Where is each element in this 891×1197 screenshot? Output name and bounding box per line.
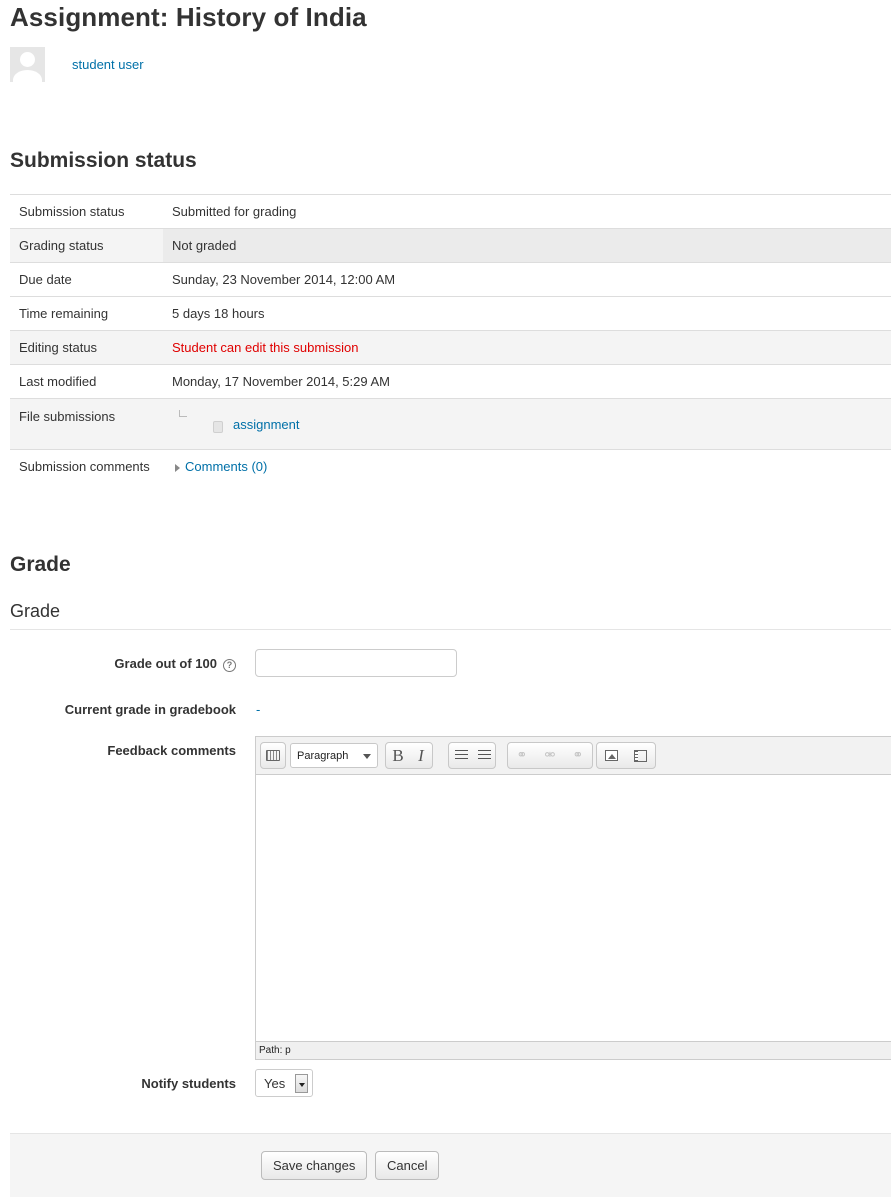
submission-status-heading: Submission status <box>10 149 197 172</box>
grade-field-label: Grade out of 100? <box>40 656 236 672</box>
row-label: Last modified <box>10 364 163 399</box>
page-title: Assignment: History of India <box>10 2 367 32</box>
table-row: Last modified Monday, 17 November 2014, … <box>10 364 891 399</box>
toolbar-toggle-group <box>260 742 286 769</box>
expand-triangle-icon[interactable] <box>175 463 180 472</box>
current-grade-value: - <box>256 702 261 717</box>
avatar-body-shape <box>13 70 42 82</box>
table-row: File submissions assignment <box>10 398 891 450</box>
notify-students-select[interactable]: Yes <box>255 1069 313 1097</box>
row-label: Submission status <box>10 194 163 229</box>
row-value: Not graded <box>163 228 891 263</box>
notify-select-value: Yes <box>264 1076 286 1091</box>
cancel-button[interactable]: Cancel <box>375 1151 440 1180</box>
row-label: Time remaining <box>10 296 163 331</box>
row-label: Editing status <box>10 330 163 365</box>
comments-cell: Comments (0) <box>163 449 891 484</box>
legend-divider <box>10 629 891 630</box>
bullet-list-icon <box>454 750 468 761</box>
feedback-editor: Paragraph B I ⚭ ⚮ ⚭ Path: p <box>255 736 891 1060</box>
file-submissions-cell: assignment <box>163 398 891 450</box>
editor-path-bar: Path: p <box>256 1041 891 1059</box>
file-link[interactable]: assignment <box>233 417 299 432</box>
table-row: Submission status Submitted for grading <box>10 194 891 229</box>
row-value: Sunday, 23 November 2014, 12:00 AM <box>163 262 891 297</box>
table-row: Due date Sunday, 23 November 2014, 12:00… <box>10 262 891 297</box>
editor-toolbar: Paragraph B I ⚭ ⚮ ⚭ <box>256 737 891 775</box>
numbered-list-icon <box>477 750 491 761</box>
form-footer <box>10 1133 891 1197</box>
current-grade-label: Current grade in gradebook <box>64 702 236 717</box>
grade-label-text: Grade out of 100 <box>114 656 217 671</box>
bullet-list-button[interactable] <box>449 743 473 768</box>
link-button[interactable]: ⚭ <box>508 743 536 768</box>
feedback-label: Feedback comments <box>107 743 236 758</box>
submission-status-table: Submission status Submitted for grading … <box>10 194 891 484</box>
format-select-value: Paragraph <box>297 749 349 762</box>
table-row: Time remaining 5 days 18 hours <box>10 296 891 331</box>
editing-status-value: Student can edit this submission <box>163 330 891 365</box>
table-row: Submission comments Comments (0) <box>10 449 891 484</box>
link-group: ⚭ ⚮ ⚭ <box>507 742 593 769</box>
chevron-down-icon <box>295 1074 308 1093</box>
row-value: 5 days 18 hours <box>163 296 891 331</box>
comments-link[interactable]: Comments (0) <box>185 459 267 474</box>
anchor-button[interactable]: ⚭ <box>564 743 592 768</box>
media-group <box>596 742 656 769</box>
tree-branch-icon <box>179 410 187 417</box>
italic-button[interactable]: I <box>410 743 432 768</box>
bold-button[interactable]: B <box>386 743 410 768</box>
row-label: Grading status <box>10 228 163 263</box>
row-label: File submissions <box>10 398 163 450</box>
image-icon <box>605 750 618 761</box>
user-name-link[interactable]: student user <box>72 57 144 72</box>
grade-input[interactable] <box>255 649 457 677</box>
row-label: Due date <box>10 262 163 297</box>
list-group <box>448 742 496 769</box>
avatar[interactable] <box>10 47 45 82</box>
insert-image-button[interactable] <box>597 743 626 768</box>
file-icon <box>213 421 223 433</box>
keyboard-icon <box>266 750 280 761</box>
row-value: Monday, 17 November 2014, 5:29 AM <box>163 364 891 399</box>
notify-students-label: Notify students <box>141 1076 236 1091</box>
chevron-down-icon <box>363 754 371 759</box>
toolbar-toggle-button[interactable] <box>261 743 285 768</box>
avatar-head-shape <box>20 52 35 67</box>
format-select[interactable]: Paragraph <box>290 743 378 768</box>
insert-media-button[interactable] <box>626 743 655 768</box>
text-style-group: B I <box>385 742 433 769</box>
numbered-list-button[interactable] <box>473 743 495 768</box>
table-row: Grading status Not graded <box>10 228 891 263</box>
unlink-button[interactable]: ⚮ <box>536 743 564 768</box>
editor-text-area[interactable] <box>256 775 891 1041</box>
row-label: Submission comments <box>10 449 163 484</box>
save-changes-button[interactable]: Save changes <box>261 1151 368 1180</box>
user-info: student user <box>10 47 144 82</box>
row-value: Submitted for grading <box>163 194 891 229</box>
media-icon <box>634 749 647 762</box>
grade-legend: Grade <box>10 601 61 621</box>
grade-heading: Grade <box>10 553 71 576</box>
help-icon[interactable]: ? <box>223 659 236 672</box>
table-row: Editing status Student can edit this sub… <box>10 330 891 365</box>
